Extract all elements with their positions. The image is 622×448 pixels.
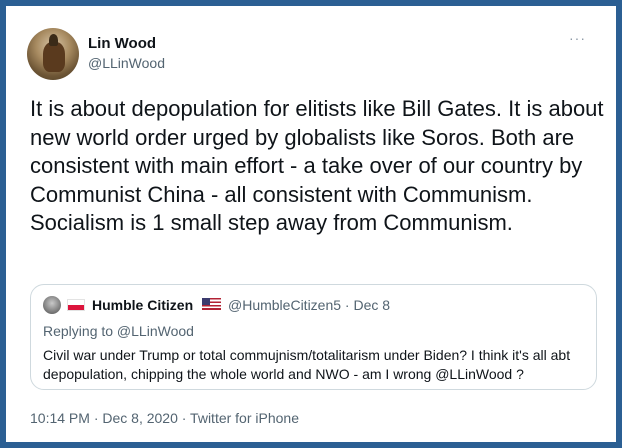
author-name[interactable]: Lin Wood [88, 35, 156, 52]
poland-flag-icon [67, 299, 85, 311]
author-handle[interactable]: @LLinWood [88, 55, 165, 71]
usa-flag-icon [202, 298, 221, 310]
avatar-horse [43, 42, 65, 72]
usa-flag-canton [202, 298, 210, 305]
tweet-timestamp-source[interactable]: 10:14 PM · Dec 8, 2020 · Twitter for iPh… [30, 410, 299, 426]
author-avatar[interactable] [27, 28, 79, 80]
quoted-handle-date: @HumbleCitizen5 · Dec 8 [228, 297, 391, 313]
quoted-tweet-text: Civil war under Trump or total commujnis… [43, 347, 571, 382]
quoted-author-avatar [43, 296, 61, 314]
screenshot-frame: Lin Wood @LLinWood ··· It is about depop… [0, 0, 622, 448]
avatar-rider [49, 34, 58, 46]
more-options-icon[interactable]: ··· [569, 30, 586, 46]
tweet-text: It is about depopulation for elitists li… [30, 96, 604, 235]
quoted-replying-to[interactable]: Replying to @LLinWood [43, 323, 194, 339]
quoted-author-name: Humble Citizen [92, 297, 194, 313]
quoted-tweet[interactable]: Humble Citizen @HumbleCitizen5 · Dec 8 R… [30, 284, 597, 390]
